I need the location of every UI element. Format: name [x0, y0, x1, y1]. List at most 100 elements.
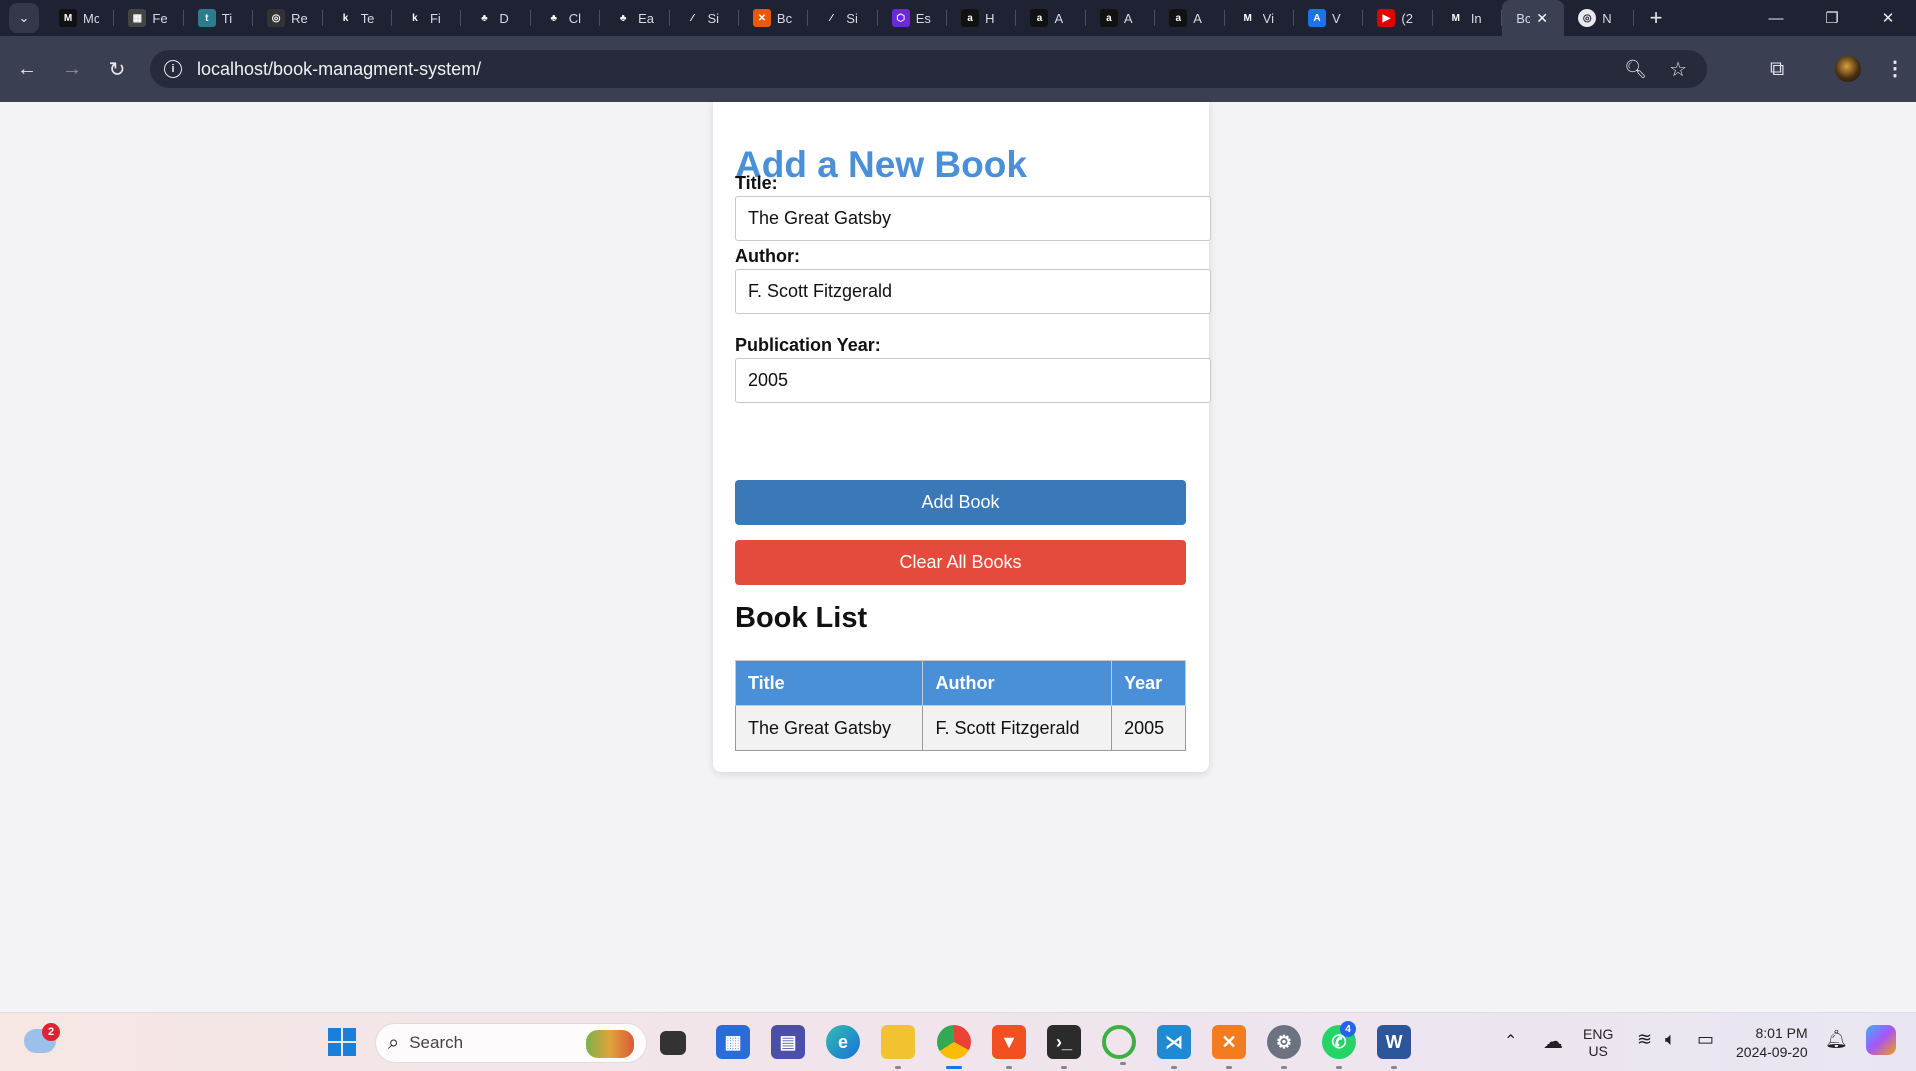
back-button[interactable]: ← [9, 51, 45, 87]
table-row: The Great Gatsby F. Scott Fitzgerald 200… [734, 705, 1186, 751]
year-input[interactable] [735, 358, 1211, 403]
book-list-title: Book List [735, 602, 868, 634]
new-tab-button[interactable]: + [1650, 5, 1663, 31]
notification-bell-icon[interactable]: 🔔︎ [1825, 1029, 1848, 1050]
clock[interactable]: 8:01 PM 2024-09-20 [1736, 1024, 1808, 1062]
title-input[interactable] [735, 196, 1211, 241]
tab-favicon-icon: ♣ [614, 9, 633, 27]
minimize-button[interactable]: — [1748, 0, 1804, 36]
terminal-icon[interactable]: ›_ [1047, 1025, 1081, 1069]
whatsapp-badge: 4 [1340, 1021, 1356, 1037]
book-table: Title Author Year The Great Gatsby F. Sc… [734, 660, 1186, 751]
tab-favicon-icon: ▦ [128, 9, 147, 27]
vscode-icon[interactable]: ⋊ [1157, 1025, 1191, 1069]
browser-tab[interactable]: aH [947, 0, 1017, 36]
info-icon[interactable]: i [164, 60, 182, 78]
window-controls: — ❐ ✕ [1748, 0, 1916, 36]
browser-tab[interactable]: k Te [323, 0, 393, 36]
tab-label: V [1332, 10, 1341, 26]
close-tab-icon[interactable]: ✕ [1536, 10, 1548, 27]
browser-tab[interactable]: aA [1016, 0, 1087, 36]
xampp-icon[interactable]: ✕ [1212, 1025, 1246, 1069]
browser-tab[interactable]: ▶ (2 [1363, 0, 1434, 36]
browser-tab[interactable]: ✕ Bc [739, 0, 809, 36]
notes-app-icon[interactable]: ▤ [771, 1025, 805, 1059]
menu-icon[interactable]: ⋮ [1885, 56, 1905, 81]
battery-icon[interactable]: ▭ [1697, 1029, 1714, 1050]
page-title: Add a New Book [735, 144, 1027, 185]
word-icon[interactable]: W [1377, 1025, 1411, 1069]
browser-tab[interactable]: ♣ Cl [531, 0, 601, 36]
browser-tab[interactable]: ♣ Ea [600, 0, 670, 36]
tab-label: Te [360, 10, 375, 26]
task-view-icon[interactable] [660, 1031, 686, 1055]
language-indicator[interactable]: ENG US [1583, 1026, 1613, 1060]
browser-tab[interactable]: M Mc 7 [45, 0, 115, 36]
tab-label: A [1123, 10, 1133, 26]
tab-favicon-icon: ⁄ [683, 9, 702, 27]
brave-icon[interactable]: ▼ [992, 1025, 1026, 1069]
browser-tab[interactable]: ▦ Fe [114, 0, 185, 36]
year-label: Publication Year: [735, 335, 881, 355]
browser-tab[interactable]: M Vi [1225, 0, 1295, 36]
title-label: Title: [735, 173, 778, 193]
wifi-icon[interactable]: ≋ [1637, 1029, 1652, 1050]
arrow-left-icon: ← [17, 57, 37, 80]
address-bar[interactable]: i localhost/book-managment-system/ 🔍︎ ☆ [150, 50, 1707, 88]
column-header-year: Year [1111, 660, 1186, 706]
tab-favicon-icon: M [1446, 9, 1465, 27]
browser-tab[interactable]: ◎ Re [253, 0, 323, 36]
bookmark-star-icon[interactable]: ☆ [1669, 57, 1687, 82]
browser-tab[interactable]: AV [1294, 0, 1364, 36]
browser-tab[interactable]: t Ti [184, 0, 254, 36]
browser-tab[interactable]: k Fi [392, 0, 462, 36]
tab-label: Fe [152, 10, 168, 26]
onedrive-cloud-icon[interactable]: ☁ [1543, 1029, 1563, 1054]
browser-tab[interactable]: ♣ D [461, 0, 532, 36]
file-explorer-icon[interactable] [881, 1025, 915, 1069]
browser-tab[interactable]: ⬡ Es [878, 0, 948, 36]
book-form-card: Add a New Book Title: Author: Publicatio… [713, 102, 1211, 772]
browser-tab[interactable]: aA [1086, 0, 1156, 36]
close-window-button[interactable]: ✕ [1860, 0, 1916, 36]
tab-favicon-icon: A [1308, 9, 1327, 27]
tab-favicon-icon: a [961, 9, 980, 27]
tab-label: Re [291, 10, 308, 26]
author-input[interactable] [735, 269, 1211, 314]
microsoft-store-icon[interactable]: ▦ [716, 1025, 750, 1059]
chrome-icon[interactable] [937, 1025, 971, 1069]
zoom-icon[interactable]: 🔍︎ [1624, 59, 1647, 80]
tab-search-button[interactable]: ⌄ [9, 3, 39, 33]
circle-app-icon[interactable] [1102, 1025, 1136, 1065]
browser-tab-active[interactable]: Bc ✕ [1502, 0, 1565, 36]
tab-label: D [499, 10, 509, 26]
chevron-up-icon[interactable]: ⌃ [1504, 1031, 1517, 1051]
browser-tab[interactable]: ⁄ Si [808, 0, 879, 36]
restore-button[interactable]: ❐ [1804, 0, 1860, 36]
tab-label: Bc [1516, 10, 1531, 26]
clear-all-books-button[interactable]: Clear All Books [735, 540, 1186, 585]
settings-icon[interactable]: ⚙ [1267, 1025, 1301, 1069]
add-book-button[interactable]: Add Book [735, 480, 1186, 525]
tab-label: H [985, 10, 995, 26]
tab-label: Vi [1262, 10, 1274, 26]
browser-tab[interactable]: M In [1433, 0, 1503, 36]
url-text[interactable]: localhost/book-managment-system/ [197, 59, 481, 80]
tab-favicon-icon: ▶ [1377, 9, 1396, 27]
tab-label: A [1054, 10, 1064, 26]
volume-muted-icon[interactable]: 🔈︎ [1665, 1029, 1676, 1050]
browser-tab[interactable]: ◎ N [1564, 0, 1634, 36]
tab-label: In [1470, 10, 1482, 26]
tab-favicon-icon: ⁄ [822, 9, 841, 27]
extensions-icon[interactable]: ⧉ [1770, 58, 1784, 81]
forward-button[interactable]: → [54, 51, 90, 87]
reload-button[interactable]: ↻ [99, 51, 135, 87]
browser-tab[interactable]: aA [1155, 0, 1226, 36]
edge-icon[interactable]: e [826, 1025, 860, 1059]
profile-avatar[interactable] [1835, 56, 1861, 82]
browser-tab[interactable]: ⁄ Si [670, 0, 740, 36]
windows-start-icon[interactable] [325, 1025, 359, 1059]
cell-title: The Great Gatsby [734, 705, 924, 751]
copilot-icon[interactable] [1866, 1025, 1896, 1055]
taskbar-search[interactable]: ⌕ Search [375, 1023, 647, 1063]
